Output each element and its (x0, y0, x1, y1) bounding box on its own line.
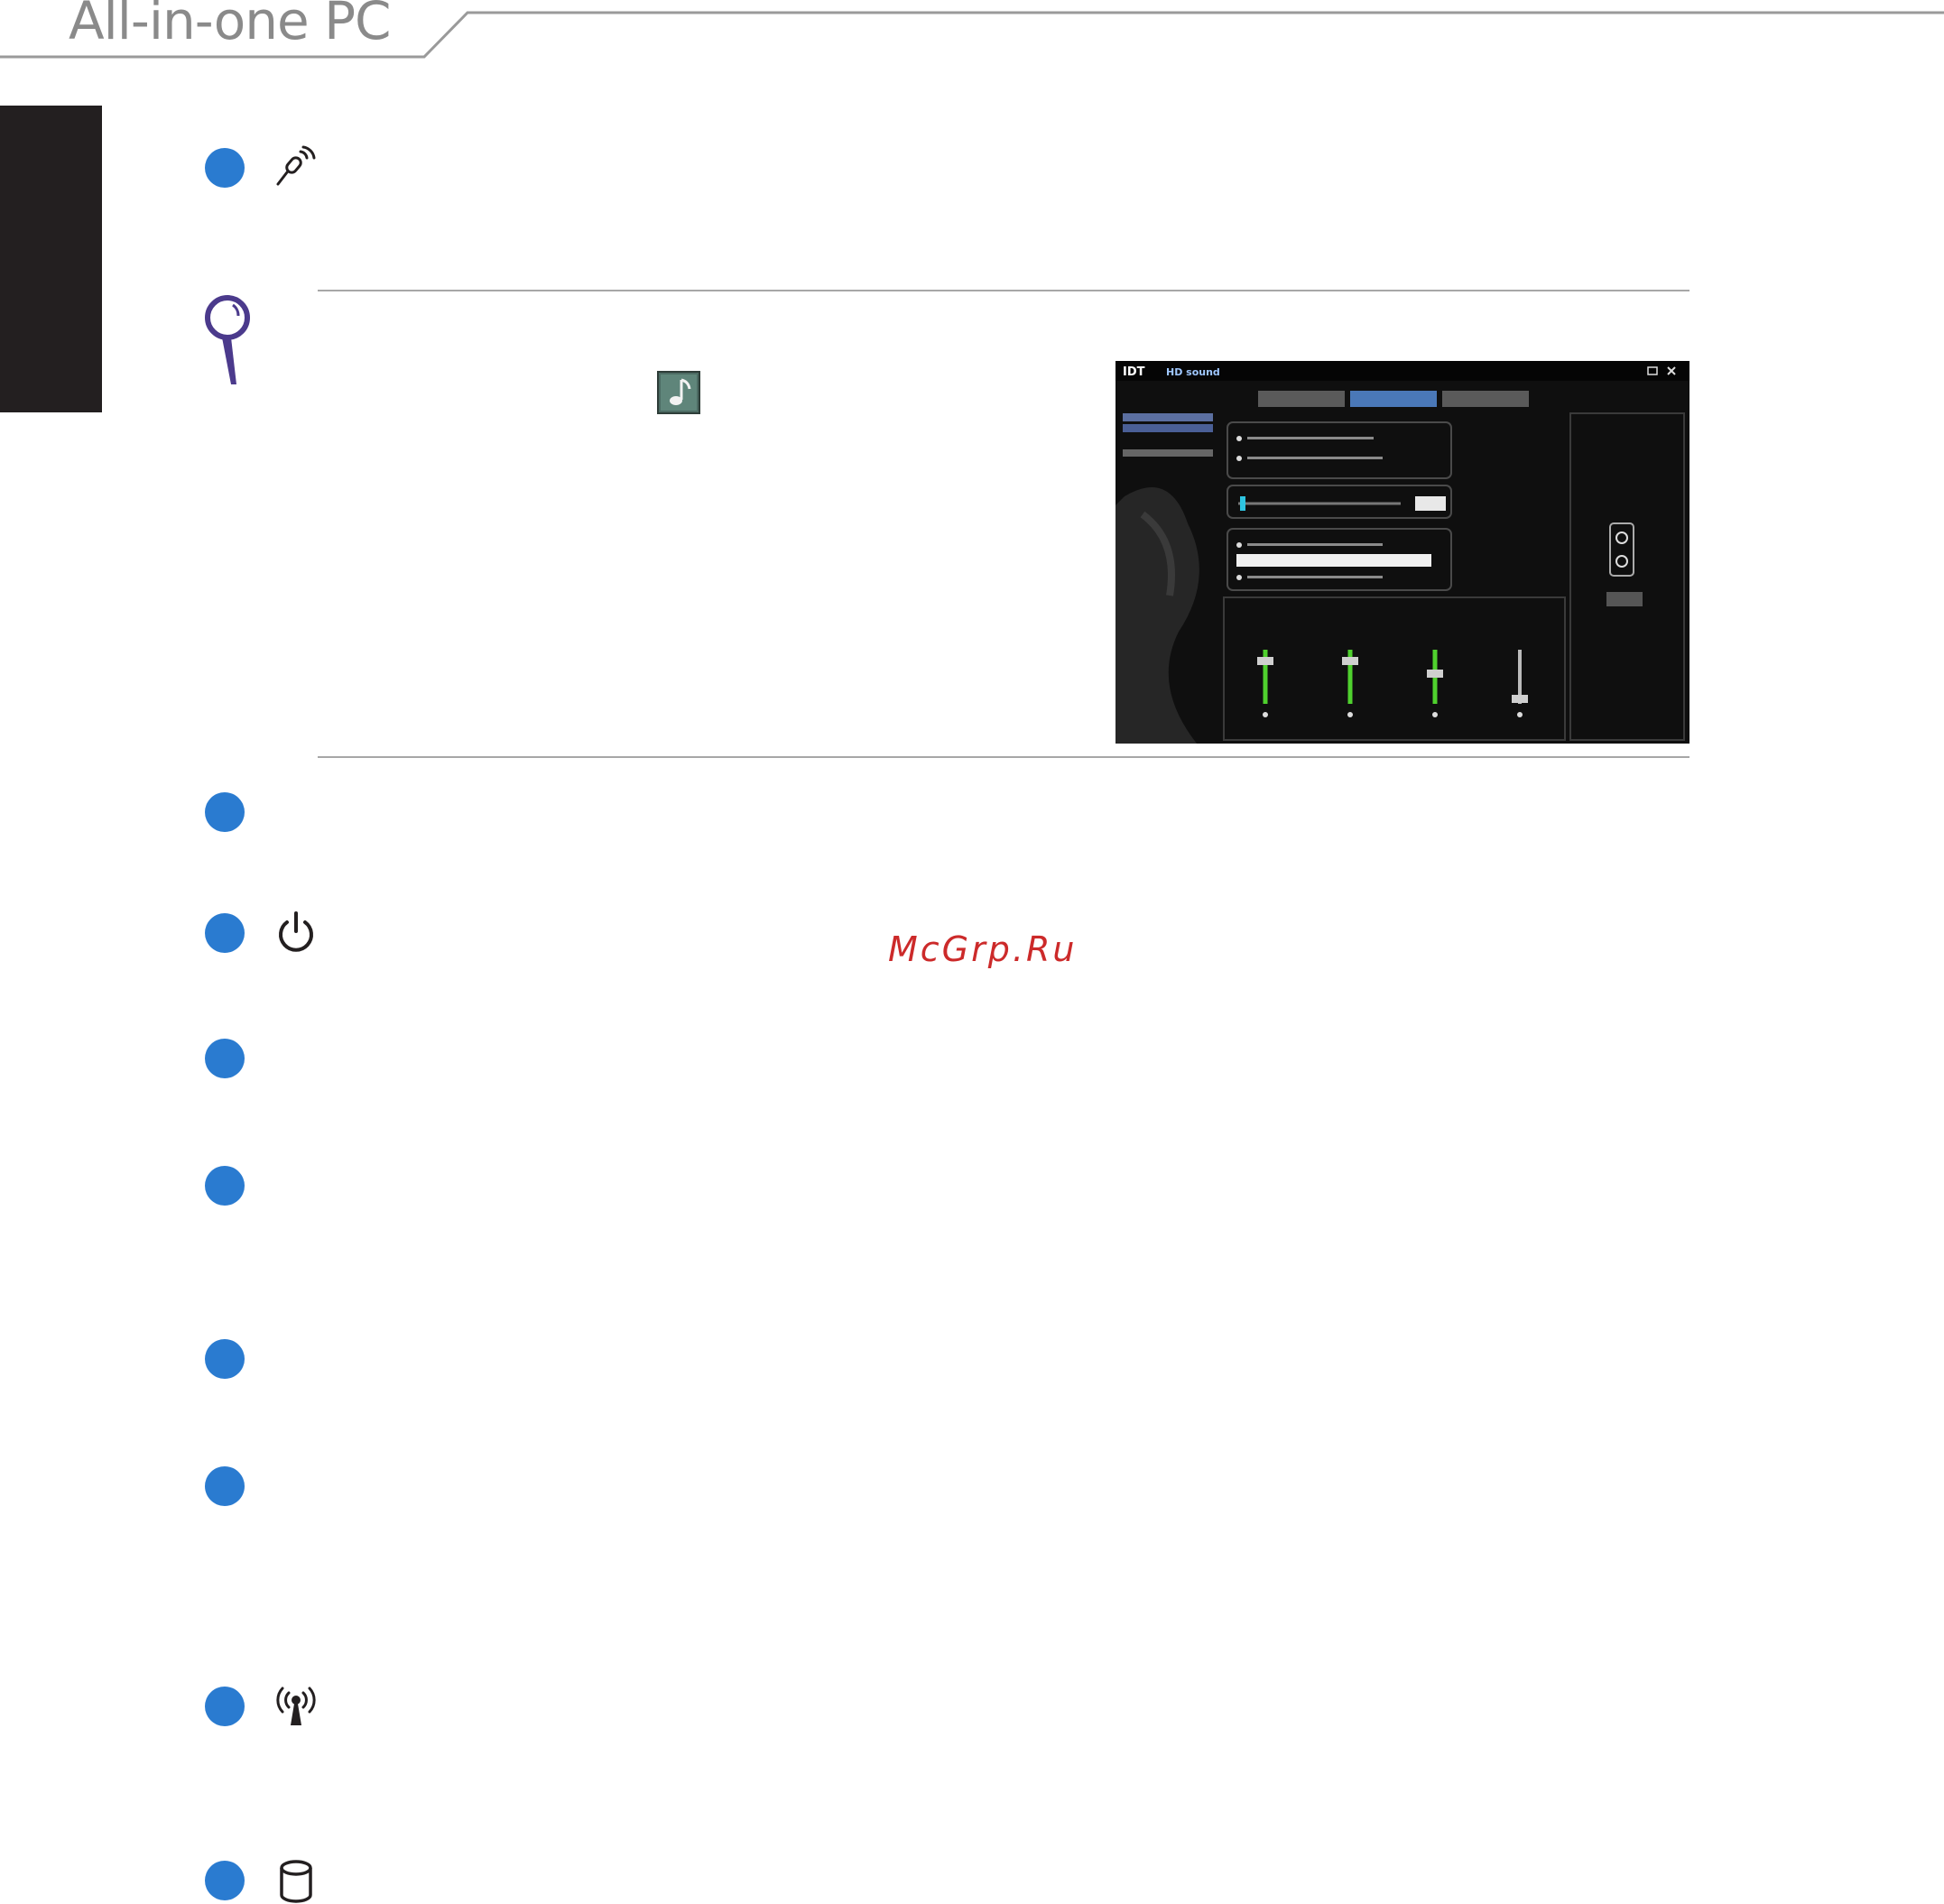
svg-text:HD sound: HD sound (1166, 366, 1220, 378)
item-bullet-5 (205, 1166, 245, 1206)
microphone-icon (276, 145, 316, 186)
idt-audio-screenshot: IDT HD sound (1115, 361, 1689, 744)
magnifier-icon (205, 295, 250, 384)
svg-text:IDT: IDT (1123, 365, 1145, 379)
item-bullet-6 (205, 1339, 245, 1379)
watermark: McGrp.Ru (888, 929, 1078, 969)
note-top-rule (318, 290, 1689, 291)
power-icon (279, 911, 313, 952)
header-title: All-in-one PC (69, 0, 392, 51)
hdd-icon (280, 1860, 312, 1903)
note-bottom-rule (318, 756, 1689, 758)
item-bullet-1 (205, 148, 245, 188)
item-bullet-8 (205, 1687, 245, 1726)
wireless-icon (276, 1687, 316, 1725)
item-bullet-2 (205, 792, 245, 832)
item-bullet-7 (205, 1466, 245, 1506)
item-bullet-3 (205, 913, 245, 953)
item-bullet-4 (205, 1039, 245, 1078)
side-tab (0, 106, 102, 412)
item-bullet-9 (205, 1861, 245, 1900)
music-note-icon (657, 371, 700, 414)
